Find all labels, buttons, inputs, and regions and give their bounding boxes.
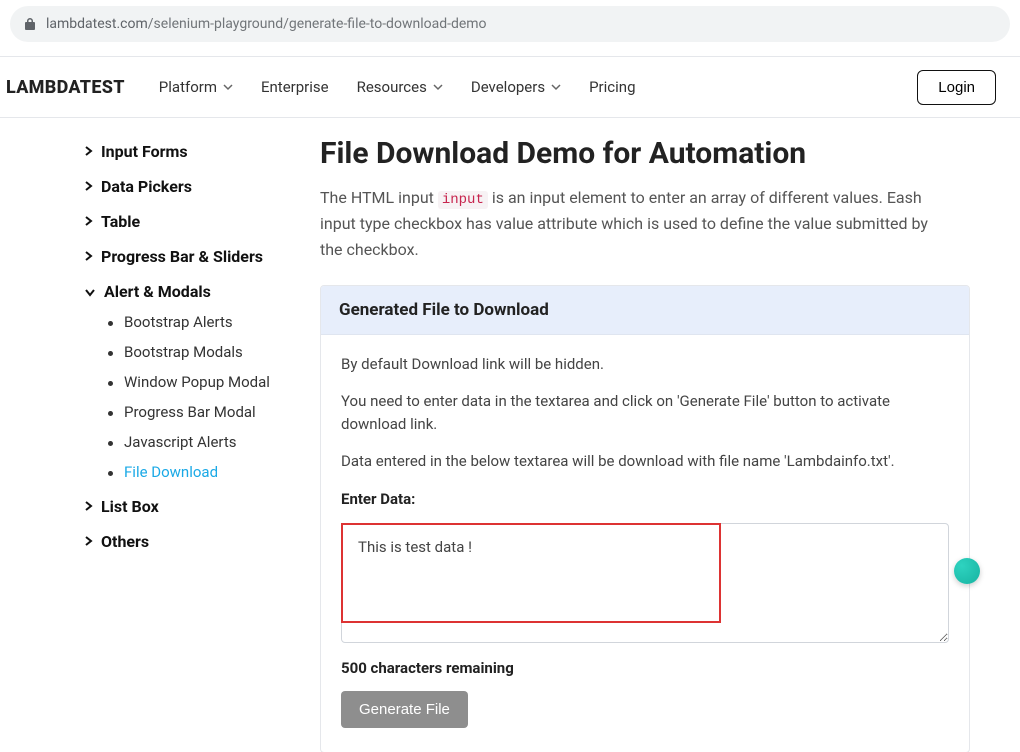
nav-developers[interactable]: Developers [471,78,561,96]
sidebar-sub-window-popup-modal[interactable]: Window Popup Modal [108,373,320,391]
url-path: /selenium-playground/generate-file-to-do… [148,16,487,32]
sidebar: Input Forms Data Pickers Table Progress … [0,136,320,752]
page-title: File Download Demo for Automation [320,136,970,171]
url-bar[interactable]: lambdatest.com/selenium-playground/gener… [10,6,1010,42]
instruction-3: Data entered in the below textarea will … [341,450,949,473]
chevron-right-icon [84,212,93,231]
intro-code: input [438,191,488,209]
chars-remaining: 500 characters remaining [341,659,949,677]
sidebar-item-input-forms[interactable]: Input Forms [84,142,320,161]
nav-enterprise[interactable]: Enterprise [261,78,329,96]
page-intro: The HTML input input is an input element… [320,185,940,263]
intro-text-before: The HTML input [320,188,438,207]
textarea-label: Enter Data: [341,488,949,511]
sidebar-item-label: Alert & Modals [104,282,211,301]
sidebar-item-table[interactable]: Table [84,212,320,231]
sidebar-item-label: Progress Bar & Sliders [101,247,263,266]
content: File Download Demo for Automation The HT… [320,136,1020,752]
login-button[interactable]: Login [917,70,996,105]
nav-items: Platform Enterprise Resources Developers… [159,78,918,96]
sidebar-item-label: Table [101,212,140,231]
sidebar-sub-javascript-alerts[interactable]: Javascript Alerts [108,433,320,451]
chevron-right-icon [84,177,93,196]
sidebar-item-label: List Box [101,497,159,516]
panel-header: Generated File to Download [321,286,969,335]
chevron-down-icon [84,282,96,301]
sidebar-sub-file-download[interactable]: File Download [108,463,320,481]
nav-item-label: Resources [357,78,427,96]
nav-resources[interactable]: Resources [357,78,443,96]
sidebar-sub-progress-bar-modal[interactable]: Progress Bar Modal [108,403,320,421]
nav-platform[interactable]: Platform [159,78,233,96]
nav-item-label: Enterprise [261,78,329,96]
chevron-right-icon [84,142,93,161]
chevron-right-icon [84,532,93,551]
chevron-down-icon [223,82,233,92]
sidebar-sub-bootstrap-modals[interactable]: Bootstrap Modals [108,343,320,361]
sidebar-sub-bootstrap-alerts[interactable]: Bootstrap Alerts [108,313,320,331]
lock-icon [24,17,36,31]
instruction-2: You need to enter data in the textarea a… [341,390,949,437]
nav-item-label: Platform [159,78,217,96]
chevron-down-icon [551,82,561,92]
nav-item-label: Pricing [589,78,635,96]
brand-logo[interactable]: LAMBDATEST [6,77,125,98]
generate-file-button[interactable]: Generate File [341,691,468,728]
sidebar-item-label: Input Forms [101,142,188,161]
sidebar-item-label: Data Pickers [101,177,192,196]
url-host: lambdatest.com [46,16,148,32]
instruction-1: By default Download link will be hidden. [341,353,949,376]
sidebar-item-progress-sliders[interactable]: Progress Bar & Sliders [84,247,320,266]
generated-file-panel: Generated File to Download By default Do… [320,285,970,752]
chevron-down-icon [433,82,443,92]
top-nav: LAMBDATEST Platform Enterprise Resources… [0,56,1020,118]
nav-item-label: Developers [471,78,545,96]
data-textarea[interactable] [341,523,949,643]
chevron-right-icon [84,497,93,516]
help-fab[interactable] [954,558,980,584]
sidebar-item-alert-modals[interactable]: Alert & Modals [84,282,320,301]
sidebar-item-list-box[interactable]: List Box [84,497,320,516]
nav-pricing[interactable]: Pricing [589,78,635,96]
sidebar-item-data-pickers[interactable]: Data Pickers [84,177,320,196]
chevron-right-icon [84,247,93,266]
sidebar-item-label: Others [101,532,149,551]
sidebar-item-others[interactable]: Others [84,532,320,551]
